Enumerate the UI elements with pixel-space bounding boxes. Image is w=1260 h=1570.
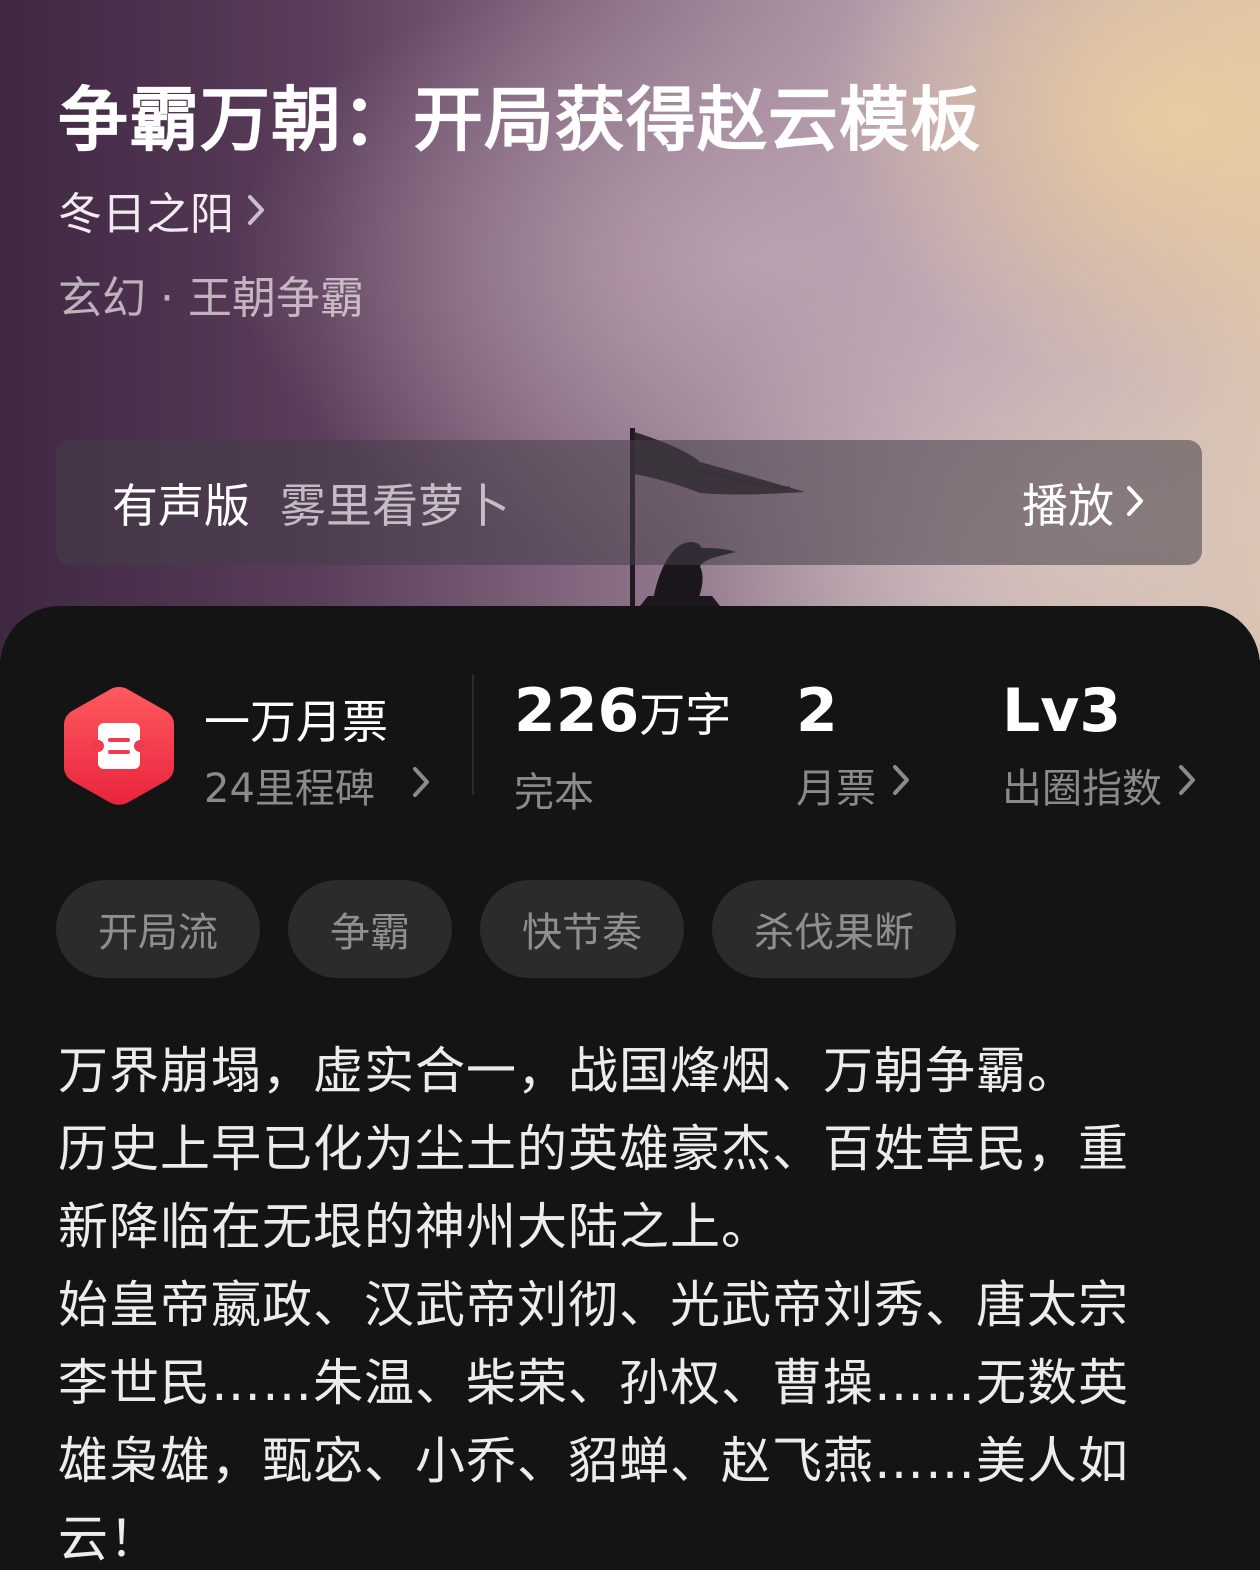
- synopsis-paragraph: 历史上早已化为尘土的英雄豪杰、百姓草民，重新降临在无垠的神州大陆之上。: [58, 1120, 1129, 1256]
- monthly-ticket-badge-icon[interactable]: [60, 683, 178, 809]
- tag-chip[interactable]: 快节奏: [480, 880, 684, 978]
- audiobook-narrator: 雾里看萝卜: [280, 478, 510, 533]
- chevron-right-icon[interactable]: [410, 764, 432, 804]
- synopsis-paragraph: 始皇帝嬴政、汉武帝刘彻、光武帝刘秀、唐太宗李世民……朱温、柴荣、孙权、曹操……无…: [58, 1276, 1129, 1568]
- tag-chip[interactable]: 争霸: [288, 880, 452, 978]
- monthly-ticket-value: 2: [796, 676, 838, 746]
- play-label: 播放: [1022, 478, 1114, 533]
- word-count-value: 226: [514, 676, 640, 746]
- book-title: 争霸万朝：开局获得赵云模板: [58, 78, 981, 161]
- audiobook-card[interactable]: 有声版 雾里看萝卜 播放: [56, 440, 1202, 565]
- synopsis[interactable]: 万界崩塌，虚实合一，战国烽烟、万朝争霸。 历史上早已化为尘土的英雄豪杰、百姓草民…: [58, 1032, 1178, 1570]
- ticket-milestone[interactable]: 24里程碑: [204, 756, 375, 814]
- tag-chip[interactable]: 杀伐果断: [712, 880, 956, 978]
- level-value: Lv3: [1002, 676, 1122, 746]
- chevron-right-icon: [1176, 762, 1198, 808]
- genre-label: 玄幻 · 王朝争霸: [58, 273, 364, 324]
- monthly-ticket-label: 月票: [796, 766, 876, 812]
- popularity-index-label: 出圈指数: [1002, 766, 1162, 812]
- ticket-title[interactable]: 一万月票: [204, 686, 388, 752]
- tag-list: 开局流 争霸 快节奏 杀伐果断: [56, 880, 956, 978]
- audiobook-play-button[interactable]: 播放: [1022, 470, 1146, 536]
- author-name: 冬日之阳: [58, 189, 234, 240]
- chevron-right-icon: [246, 193, 266, 231]
- tag-chip[interactable]: 开局流: [56, 880, 260, 978]
- synopsis-paragraph: 万界崩塌，虚实合一，战国烽烟、万朝争霸。: [58, 1042, 1078, 1100]
- popularity-index-stat[interactable]: Lv3 出圈指数: [1002, 676, 1198, 814]
- audiobook-label: 有声版: [112, 478, 250, 533]
- monthly-ticket-stat[interactable]: 2 月票: [796, 676, 912, 814]
- chevron-right-icon: [1124, 483, 1146, 523]
- author-link[interactable]: 冬日之阳: [58, 178, 266, 242]
- completion-status: 完本: [514, 770, 594, 816]
- stat-divider: [472, 675, 474, 795]
- chevron-right-icon: [890, 762, 912, 808]
- cover-header: 争霸万朝：开局获得赵云模板 冬日之阳 玄幻 · 王朝争霸 有声版 雾里看萝卜 播…: [0, 0, 1260, 660]
- word-count-unit: 万字: [639, 688, 732, 742]
- word-count-stat: 226万字 完本: [514, 676, 731, 818]
